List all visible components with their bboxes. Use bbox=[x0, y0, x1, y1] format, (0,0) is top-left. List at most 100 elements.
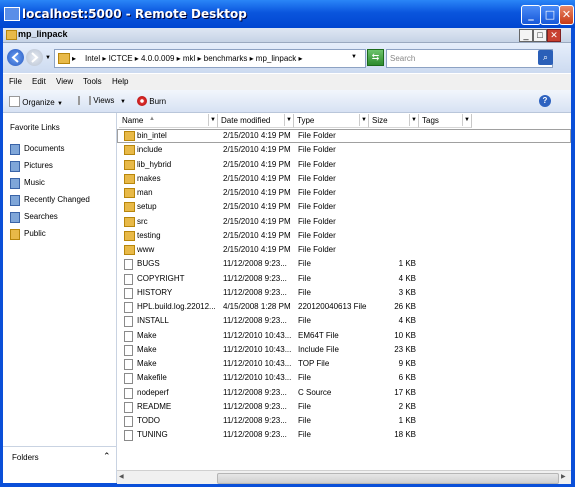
type-column-filter-icon[interactable]: ▼ bbox=[359, 114, 368, 126]
menu-tools[interactable]: Tools bbox=[83, 77, 102, 86]
file-row[interactable]: README 11/12/2008 9:23... File 2 KB bbox=[117, 400, 571, 414]
file-row[interactable]: TUNING 11/12/2008 9:23... File 18 KB bbox=[117, 428, 571, 442]
nav-item-public[interactable]: Public bbox=[5, 226, 113, 241]
file-name: COPYRIGHT bbox=[137, 273, 185, 283]
column-header-name[interactable]: Name ▲ ▼ bbox=[119, 114, 218, 128]
file-list: Name ▲ ▼ Date modified ▼ Type ▼ Size ▼ T… bbox=[117, 113, 571, 483]
address-root-chevron[interactable]: ▸ bbox=[72, 54, 76, 63]
address-history-dropdown[interactable]: ▼ bbox=[351, 54, 357, 60]
nav-item-music[interactable]: Music bbox=[5, 175, 113, 190]
folder-row[interactable]: man 2/15/2010 4:19 PM File Folder bbox=[117, 186, 571, 200]
folder-row[interactable]: lib_hybrid 2/15/2010 4:19 PM File Folder bbox=[117, 158, 571, 172]
menu-file[interactable]: File bbox=[9, 77, 22, 86]
scroll-left-arrow-icon[interactable]: ◀ bbox=[119, 473, 124, 480]
navigation-pane: Favorite Links Documents Pictures Music … bbox=[3, 113, 117, 483]
column-header-size[interactable]: Size ▼ bbox=[369, 114, 419, 128]
file-icon bbox=[124, 416, 133, 427]
file-row[interactable]: Make 11/12/2010 10:43... EM64T File 10 KB bbox=[117, 329, 571, 343]
explorer-minimize-button[interactable]: _ bbox=[519, 29, 533, 42]
horizontal-scrollbar[interactable]: ◀ ▶ bbox=[117, 470, 571, 484]
file-row[interactable]: HPL.build.log.22012... 4/15/2008 1:28 PM 2… bbox=[117, 300, 571, 314]
explorer-maximize-button[interactable]: □ bbox=[533, 29, 547, 42]
file-row[interactable]: COPYRIGHT 11/12/2008 9:23... File 4 KB bbox=[117, 272, 571, 286]
folder-row[interactable]: bin_intel 2/15/2010 4:19 PM File Folder bbox=[117, 129, 571, 143]
column-header-tags[interactable]: Tags ▼ bbox=[419, 114, 472, 128]
file-icon bbox=[124, 359, 133, 370]
recent-pages-dropdown[interactable]: ▼ bbox=[45, 55, 51, 61]
column-header-type[interactable]: Type ▼ bbox=[294, 114, 369, 128]
horizontal-scroll-thumb[interactable] bbox=[217, 473, 559, 484]
nav-item-documents[interactable]: Documents bbox=[5, 141, 113, 156]
menu-help[interactable]: Help bbox=[112, 77, 128, 86]
views-button[interactable]: Views ▼ bbox=[78, 96, 126, 105]
file-icon bbox=[124, 344, 133, 356]
file-date-modified: 11/12/2008 9:23... bbox=[223, 273, 287, 283]
help-icon[interactable]: ? bbox=[539, 95, 551, 107]
folder-row[interactable]: testing 2/15/2010 4:19 PM File Folder bbox=[117, 229, 571, 243]
organize-button[interactable]: Organize ▼ bbox=[9, 96, 63, 107]
file-row[interactable]: nodeperf 11/12/2008 9:23... C Source 17 KB bbox=[117, 386, 571, 400]
searches-icon bbox=[10, 212, 20, 223]
folder-icon bbox=[124, 159, 135, 170]
search-icon[interactable]: ⌕ bbox=[538, 50, 553, 65]
file-type: File bbox=[298, 430, 311, 440]
views-icon bbox=[78, 96, 91, 105]
menu-edit[interactable]: Edit bbox=[32, 77, 46, 86]
menu-view[interactable]: View bbox=[56, 77, 73, 86]
file-type: File Folder bbox=[298, 216, 336, 226]
file-row[interactable]: HISTORY 11/12/2008 9:23... File 3 KB bbox=[117, 286, 571, 300]
scroll-right-arrow-icon[interactable]: ▶ bbox=[561, 473, 566, 480]
folder-row[interactable]: www 2/15/2010 4:19 PM File Folder bbox=[117, 243, 571, 257]
nav-item-searches[interactable]: Searches bbox=[5, 209, 113, 224]
explorer-titlebar[interactable]: mp_linpack _ □ ✕ bbox=[3, 28, 571, 43]
address-bar[interactable]: ▸ Intel ▸ ICTCE ▸ 4.0.0.009 ▸ mkl ▸ benc… bbox=[54, 49, 366, 68]
recently-changed-icon bbox=[10, 195, 20, 206]
file-name: TUNING bbox=[137, 430, 168, 440]
file-name: README bbox=[137, 401, 172, 411]
name-column-filter-icon[interactable]: ▼ bbox=[208, 114, 217, 126]
maximize-button[interactable]: □ bbox=[540, 5, 560, 25]
file-row[interactable]: Makefile 11/12/2010 10:43... File 6 KB bbox=[117, 371, 571, 385]
close-button[interactable]: ✕ bbox=[559, 5, 574, 25]
remote-desktop-titlebar[interactable]: localhost:5000 - Remote Desktop _ □ ✕ bbox=[0, 0, 575, 28]
command-bar: Organize ▼ Views ▼ Burn ? bbox=[3, 90, 571, 113]
file-date-modified: 11/12/2010 10:43... bbox=[223, 359, 292, 368]
file-date-modified: 4/15/2008 1:28 PM bbox=[223, 302, 291, 311]
file-type: File Folder bbox=[298, 145, 336, 155]
file-row[interactable]: Make 11/12/2010 10:43... TOP File 9 KB bbox=[117, 357, 571, 371]
file-date-modified: 2/15/2010 4:19 PM bbox=[223, 173, 291, 183]
folders-toggle[interactable]: Folders ⌃ bbox=[3, 446, 116, 467]
back-button[interactable] bbox=[7, 49, 24, 66]
file-row[interactable]: TODO 11/12/2008 9:23... File 1 KB bbox=[117, 414, 571, 428]
file-row[interactable]: BUGS 11/12/2008 9:23... File 1 KB bbox=[117, 257, 571, 271]
file-size: 18 KB bbox=[394, 430, 416, 440]
refresh-button[interactable]: ⇆ bbox=[367, 49, 384, 66]
nav-item-pictures[interactable]: Pictures bbox=[5, 158, 113, 173]
file-row[interactable]: INSTALL 11/12/2008 9:23... File 4 KB bbox=[117, 314, 571, 328]
navigation-bar: ▼ ▸ Intel ▸ ICTCE ▸ 4.0.0.009 ▸ mkl ▸ be… bbox=[3, 43, 571, 73]
burn-button[interactable]: Burn bbox=[137, 96, 166, 106]
minimize-button[interactable]: _ bbox=[521, 5, 541, 25]
explorer-close-button[interactable]: ✕ bbox=[547, 29, 561, 42]
file-icon bbox=[124, 302, 133, 313]
folder-row[interactable]: src 2/15/2010 4:19 PM File Folder bbox=[117, 215, 571, 229]
folder-row[interactable]: setup 2/15/2010 4:19 PM File Folder bbox=[117, 200, 571, 214]
file-name: src bbox=[137, 216, 148, 226]
file-icon bbox=[124, 330, 133, 342]
file-size: 6 KB bbox=[398, 373, 416, 383]
date-column-filter-icon[interactable]: ▼ bbox=[284, 114, 293, 126]
address-breadcrumb[interactable]: Intel ▸ ICTCE ▸ 4.0.0.009 ▸ mkl ▸ benchm… bbox=[85, 54, 303, 63]
folder-row[interactable]: include 2/15/2010 4:19 PM File Folder bbox=[117, 143, 571, 157]
tags-column-filter-icon[interactable]: ▼ bbox=[462, 114, 471, 126]
folder-icon bbox=[124, 145, 135, 156]
nav-item-recently-changed[interactable]: Recently Changed bbox=[5, 192, 113, 207]
folder-row[interactable]: makes 2/15/2010 4:19 PM File Folder bbox=[117, 172, 571, 186]
file-name: testing bbox=[137, 230, 161, 240]
size-column-filter-icon[interactable]: ▼ bbox=[409, 114, 418, 126]
forward-button[interactable] bbox=[26, 49, 43, 66]
folder-icon bbox=[124, 131, 135, 141]
file-row[interactable]: Make 11/12/2010 10:43... Include File 23 KB bbox=[117, 343, 571, 357]
file-date-modified: 2/15/2010 4:19 PM bbox=[223, 145, 291, 155]
column-header-date-modified[interactable]: Date modified ▼ bbox=[218, 114, 294, 128]
search-input[interactable]: Search bbox=[386, 49, 553, 68]
